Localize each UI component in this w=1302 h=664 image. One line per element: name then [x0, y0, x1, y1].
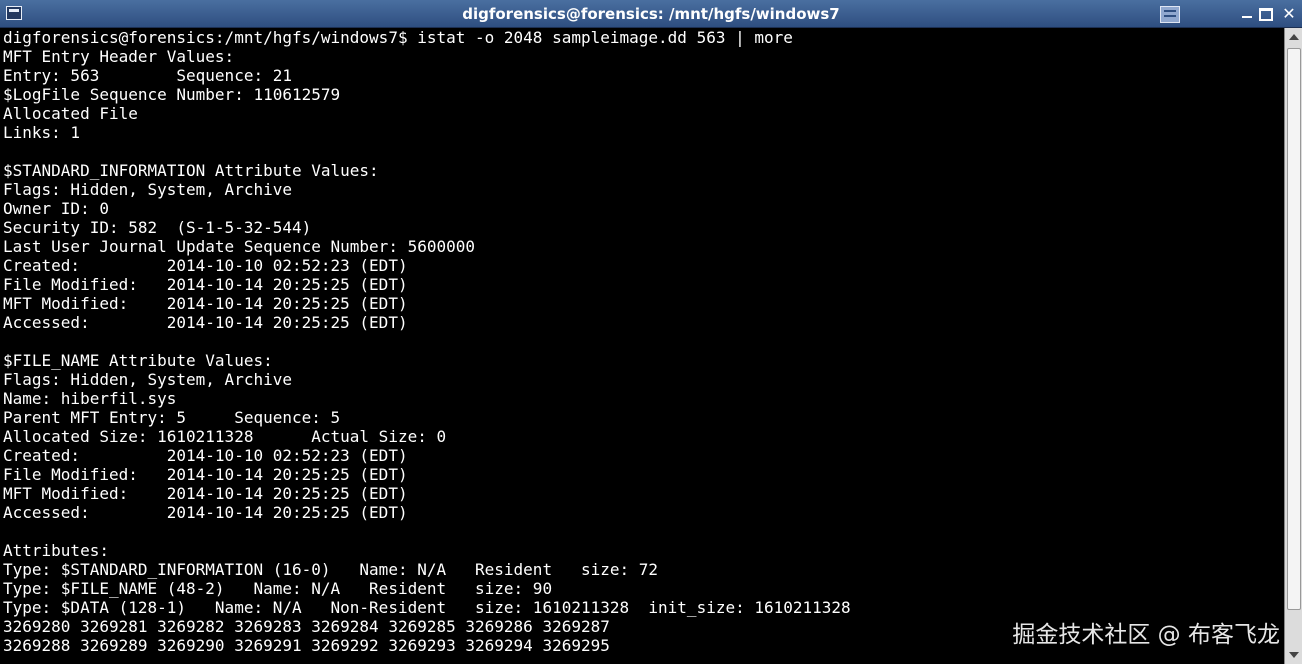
- terminal-output[interactable]: digforensics@forensics:/mnt/hgfs/windows…: [3, 28, 1281, 664]
- terminal-line: Accessed: 2014-10-14 20:25:25 (EDT): [3, 503, 408, 522]
- terminal-line: Attributes:: [3, 541, 109, 560]
- terminal-line: Owner ID: 0: [3, 199, 109, 218]
- terminal-line: Allocated Size: 1610211328 Actual Size: …: [3, 427, 447, 446]
- minimize-icon[interactable]: [1238, 5, 1256, 23]
- terminal-line: Flags: Hidden, System, Archive: [3, 370, 292, 389]
- window-title: digforensics@forensics: /mnt/hgfs/window…: [462, 5, 840, 23]
- scroll-down-arrow-icon[interactable]: [1289, 652, 1299, 658]
- scrollbar-thumb[interactable]: [1287, 48, 1301, 610]
- terminal-line: Type: $FILE_NAME (48-2) Name: N/A Reside…: [3, 579, 553, 598]
- terminal-line: digforensics@forensics:/mnt/hgfs/windows…: [3, 28, 793, 47]
- vertical-scrollbar[interactable]: [1284, 28, 1302, 664]
- terminal-line: $FILE_NAME Attribute Values:: [3, 351, 273, 370]
- terminal-line: Links: 1: [3, 123, 81, 142]
- terminal-line: Allocated File: [3, 104, 138, 123]
- terminal-line: Name: hiberfil.sys: [3, 389, 177, 408]
- terminal-line: File Modified: 2014-10-14 20:25:25 (EDT): [3, 275, 408, 294]
- close-icon[interactable]: ✕: [1280, 5, 1298, 23]
- scroll-up-arrow-icon[interactable]: [1289, 34, 1299, 40]
- terminal-line: File Modified: 2014-10-14 20:25:25 (EDT): [3, 465, 408, 484]
- terminal-line: MFT Modified: 2014-10-14 20:25:25 (EDT): [3, 484, 408, 503]
- terminal-line: $LogFile Sequence Number: 110612579: [3, 85, 341, 104]
- watermark-text: 掘金技术社区 @ 布客飞龙: [1012, 622, 1280, 648]
- terminal-line: Security ID: 582 (S-1-5-32-544): [3, 218, 312, 237]
- terminal-line: Parent MFT Entry: 5 Sequence: 5: [3, 408, 341, 427]
- terminal-line: MFT Modified: 2014-10-14 20:25:25 (EDT): [3, 294, 408, 313]
- terminal-line: Last User Journal Update Sequence Number…: [3, 237, 476, 256]
- terminal-line: MFT Entry Header Values:: [3, 47, 235, 66]
- terminal-line: Flags: Hidden, System, Archive: [3, 180, 292, 199]
- terminal-line: Created: 2014-10-10 02:52:23 (EDT): [3, 446, 408, 465]
- maximize-icon[interactable]: [1259, 8, 1273, 21]
- terminal-line: $STANDARD_INFORMATION Attribute Values:: [3, 161, 379, 180]
- terminal-line: Entry: 563 Sequence: 21: [3, 66, 292, 85]
- window-shade-icon[interactable]: [1160, 6, 1180, 23]
- terminal-line: Accessed: 2014-10-14 20:25:25 (EDT): [3, 313, 408, 332]
- window-titlebar[interactable]: digforensics@forensics: /mnt/hgfs/window…: [0, 0, 1302, 28]
- terminal-line: Created: 2014-10-10 02:52:23 (EDT): [3, 256, 408, 275]
- terminal-line: Type: $STANDARD_INFORMATION (16-0) Name:…: [3, 560, 659, 579]
